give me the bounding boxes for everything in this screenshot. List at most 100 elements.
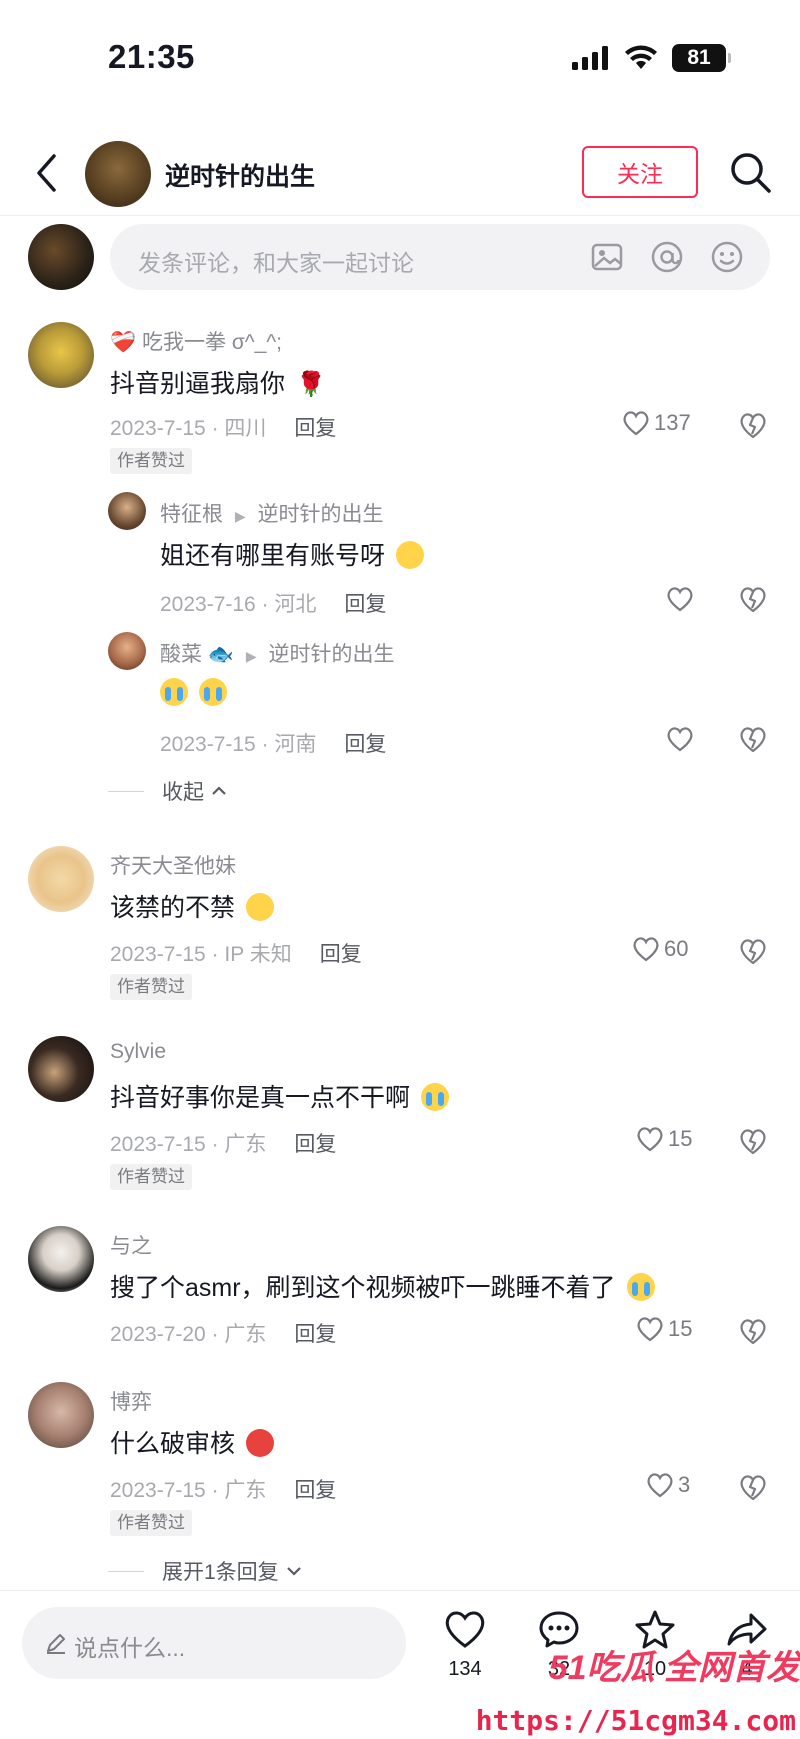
like-count: 15 [668,1126,693,1151]
battery-indicator: 81 [672,44,731,72]
comment-avatar[interactable] [28,1382,94,1448]
like-button[interactable]: 15 [636,1316,692,1342]
comment-input-placeholder: 发条评论，和大家一起讨论 [138,250,414,276]
watermark-brand: 51吃瓜 全网首发 [548,1649,800,1687]
fish-emoji-icon: 🐟 [207,643,234,666]
chevron-up-icon [212,786,226,795]
author-avatar[interactable] [85,141,151,207]
like-count: 60 [664,936,689,961]
image-icon[interactable] [590,240,624,274]
comment-text: 什么破审核 [110,1424,274,1460]
comment-meta: 2023-7-15 · 广东 回复 [110,1479,337,1502]
author-liked-badge: 作者赞过 [110,448,192,474]
comment-text: 该禁的不禁 [110,888,274,924]
reply-username[interactable]: 酸菜 🐟 ▶ 逆时针的出生 [160,638,394,668]
dislike-icon[interactable] [738,1316,768,1346]
like-button[interactable]: 60 [632,936,688,962]
author-liked-badge: 作者赞过 [110,1164,192,1190]
comment-meta: 2023-7-15 · 四川 回复 [110,417,337,440]
comment-input[interactable]: 发条评论，和大家一起讨论 [110,224,770,290]
bottom-input-placeholder: 说点什么... [74,1635,186,1661]
reply-avatar[interactable] [108,492,146,530]
like-count: 15 [668,1316,693,1341]
comment-username[interactable]: 齐天大圣他妹 [110,850,236,880]
reply-button[interactable]: 回复 [344,733,386,756]
comment-avatar[interactable] [28,1226,94,1292]
divider [108,1570,144,1572]
reply-button[interactable]: 回复 [294,1479,336,1502]
comment-avatar[interactable] [28,1036,94,1102]
shy-face-emoji-icon [395,541,424,569]
dislike-icon[interactable] [738,410,768,440]
comment-avatar[interactable] [28,846,94,912]
reply-button[interactable]: 回复 [344,593,386,616]
reply-meta: 2023-7-16 · 河北 回复 [160,593,387,616]
comment-username[interactable]: Sylvie [110,1040,166,1064]
angry-face-emoji-icon [245,1429,274,1457]
heart-badge-icon: ❤️‍🩹 [110,331,137,354]
reply-text [160,678,227,708]
cellular-signal-icon [572,46,608,70]
back-arrow-icon[interactable] [30,150,62,196]
like-button[interactable]: 15 [636,1126,692,1152]
crying-face-emoji-icon [626,1273,655,1301]
pencil-icon [47,1634,65,1654]
rose-emoji-icon: 🌹 [295,371,326,398]
reply-text: 姐还有哪里有账号呀 [160,536,424,572]
comment-username[interactable]: ❤️‍🩹 吃我一拳 σ^_^; [110,326,282,356]
reply-button[interactable]: 回复 [294,1133,336,1156]
dislike-icon[interactable] [738,1126,768,1156]
collapse-replies-button[interactable]: 收起 [108,776,228,806]
author-liked-badge: 作者赞过 [110,1510,192,1536]
comment-meta: 2023-7-20 · 广东 回复 [110,1323,337,1346]
heart-icon [647,1473,673,1498]
bottom-comment-input[interactable]: 说点什么... [22,1607,406,1679]
crying-face-emoji-icon [420,1083,449,1111]
status-icons: 81 [572,44,731,72]
comment-avatar[interactable] [28,322,94,388]
comment-text: 抖音别逼我扇你 🌹 [110,370,326,398]
like-button[interactable]: 137 [622,410,691,436]
heart-icon [623,411,649,436]
reply-button[interactable]: 回复 [320,943,362,966]
reply-avatar[interactable] [108,632,146,670]
reply-meta: 2023-7-15 · 河南 回复 [160,733,387,756]
comment-meta: 2023-7-15 · 广东 回复 [110,1133,337,1156]
like-count: 3 [678,1472,691,1497]
status-bar: 21:35 81 [0,0,800,110]
dislike-icon[interactable] [738,724,768,754]
heart-icon[interactable] [666,586,694,612]
dislike-icon[interactable] [738,936,768,966]
comment-composer: 发条评论，和大家一起讨论 [0,222,800,292]
like-button[interactable]: 3 [646,1472,690,1498]
status-time: 21:35 [108,38,195,75]
expand-replies-button[interactable]: 展开1条回复 [108,1556,303,1586]
heart-icon [633,937,659,962]
comment-username[interactable]: 与之 [110,1230,152,1260]
follow-button[interactable]: 关注 [582,146,698,198]
smile-emoji-icon [245,893,274,921]
reply-button[interactable]: 回复 [294,1323,336,1346]
dislike-icon[interactable] [738,1472,768,1502]
like-count: 137 [654,410,691,435]
watermark: 51吃瓜 全网首发 https://51cgm34.com [471,1640,800,1739]
reply-username[interactable]: 特征根 ▶ 逆时针的出生 [160,498,383,528]
my-avatar [28,224,94,290]
search-icon[interactable] [728,150,774,196]
dislike-icon[interactable] [738,584,768,614]
emoji-icon[interactable] [710,240,744,274]
reply-button[interactable]: 回复 [294,417,336,440]
reply-to-arrow-icon: ▶ [234,508,246,524]
mention-icon[interactable] [650,240,684,274]
comment-text: 抖音好事你是真一点不干啊 [110,1078,449,1114]
chevron-down-icon [286,1567,301,1576]
author-name[interactable]: 逆时针的出生 [165,157,315,193]
heart-icon [637,1127,663,1152]
divider [108,790,144,792]
wifi-icon [625,45,657,69]
comment-username[interactable]: 博弈 [110,1386,152,1416]
heart-icon[interactable] [666,726,694,752]
crying-face-emoji-icon [160,678,188,706]
crying-face-emoji-icon [198,678,227,706]
comment-text: 搜了个asmr，刷到这个视频被吓一跳睡不着了 [110,1268,655,1304]
